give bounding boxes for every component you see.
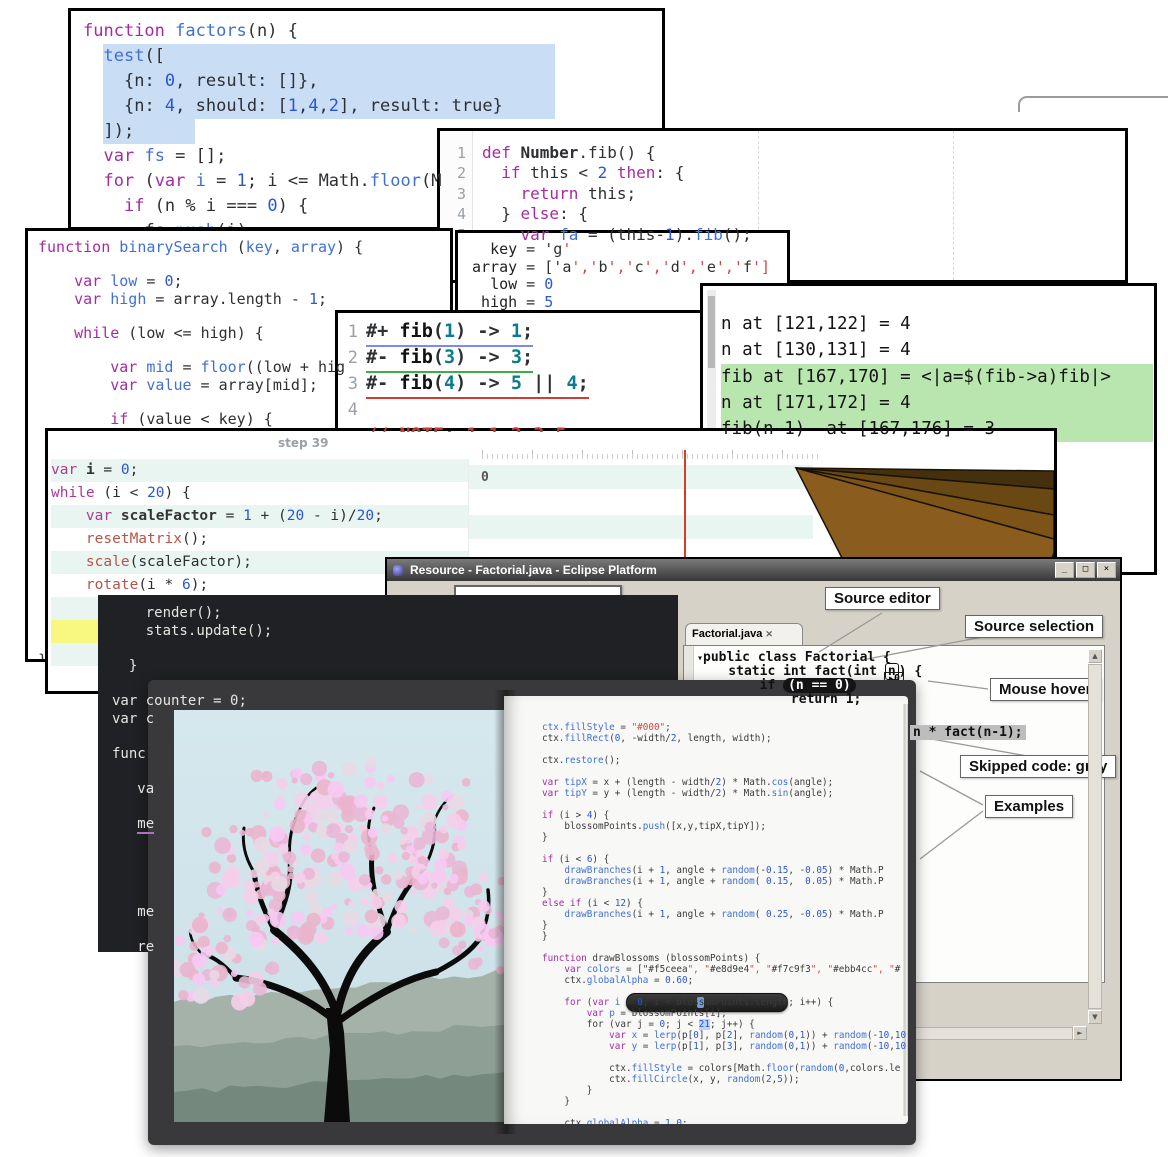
cherry-tree-drawing xyxy=(174,710,504,1122)
left-page xyxy=(174,710,504,1122)
zero-row-value: 0 xyxy=(481,470,489,485)
number-fib-code[interactable]: def Number.fib() { if this < 2 then: { r… xyxy=(482,143,1112,245)
blossom-code[interactable]: ctx.fillStyle = "#000";ctx.fillRect(0, -… xyxy=(542,722,902,1124)
window-title: Resource - Factorial.java - Eclipse Plat… xyxy=(410,563,657,577)
tab-label: Factorial.java xyxy=(692,628,762,640)
eclipse-titlebar[interactable]: Resource - Factorial.java - Eclipse Plat… xyxy=(387,559,1120,581)
playhead-line[interactable] xyxy=(684,450,686,562)
scrollbar-track[interactable] xyxy=(707,290,716,450)
mouse-hover-label: Mouse hover xyxy=(990,678,1101,701)
line-numbers: 12345 xyxy=(342,319,358,435)
eclipse-logo-icon xyxy=(393,565,404,576)
page-edge-stack xyxy=(903,704,908,1116)
step-label: step 39 xyxy=(278,436,328,450)
source-editor-label: Source editor xyxy=(825,587,940,610)
cropped-panel-edge xyxy=(1018,96,1168,112)
trace-lines: n at [121,122] = 4n at [130,131] = 4fib … xyxy=(721,311,1153,442)
ruler-ticks xyxy=(482,450,822,459)
scrollbar-thumb[interactable] xyxy=(708,296,715,368)
skipped-code-line: n * fact(n-1); xyxy=(910,726,1026,740)
scroll-down-icon[interactable]: ▼ xyxy=(1088,1010,1102,1024)
screenshot-collage: function factors(n) { test([ {n: 0, resu… xyxy=(0,0,1168,1157)
table-stripes xyxy=(468,465,813,561)
source-selection-label: Source selection xyxy=(965,615,1103,638)
examples-label: Examples xyxy=(985,795,1073,818)
scroll-right-icon[interactable]: ► xyxy=(1073,1026,1087,1040)
tab-close-icon[interactable]: ✕ xyxy=(765,629,773,639)
editor-tab[interactable]: Factorial.java ✕ xyxy=(685,623,803,645)
fib-test-panel[interactable]: 12345 #+ fib(1) -> 1;#- fib(3) -> 3;#- f… xyxy=(335,310,710,435)
right-page: ctx.fillStyle = "#000";ctx.fillRect(0, -… xyxy=(504,696,908,1124)
maximize-icon[interactable]: □ xyxy=(1076,562,1095,578)
v-scrollbar[interactable] xyxy=(1088,664,1102,1009)
close-icon[interactable]: × xyxy=(1097,562,1116,578)
scroll-up-icon[interactable]: ▲ xyxy=(1088,649,1102,663)
minimize-icon[interactable]: _ xyxy=(1055,562,1074,578)
book: ctx.fillStyle = "#000";ctx.fillRect(0, -… xyxy=(148,680,916,1145)
fib-test-code[interactable]: #+ fib(1) -> 1;#- fib(3) -> 3;#- fib(4) … xyxy=(366,319,706,435)
